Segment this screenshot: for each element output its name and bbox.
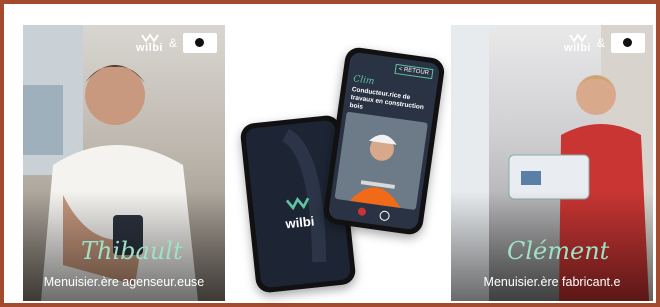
ampersand: & — [596, 35, 605, 50]
front-video[interactable] — [334, 111, 428, 211]
ampersand: & — [168, 35, 177, 50]
camera-icon[interactable] — [378, 210, 391, 222]
phone-front: < RETOUR Clim Conducteur.rice de travaux… — [322, 45, 446, 237]
video-card-thibault[interactable]: wilbi & Thibault Menuisier.ère agenseur.… — [23, 25, 225, 301]
logo-row: wilbi & — [136, 31, 217, 54]
wilbi-logo: wilbi — [564, 31, 591, 54]
wilbi-heart-icon — [285, 196, 310, 211]
role-label: Menuisier.ère agenseur.euse — [43, 275, 205, 289]
partner-logo — [183, 32, 217, 53]
role-label: Menuisier.ère fabricant.e — [483, 275, 621, 289]
front-script-name: Clim — [352, 74, 375, 88]
wilbi-logo: wilbi — [136, 31, 163, 54]
video-card-clement[interactable]: wilbi & Clément Menuisier.ère fabricant.… — [451, 25, 653, 301]
back-button[interactable]: < RETOUR — [394, 63, 434, 80]
script-name: Clément — [507, 237, 610, 265]
record-icon[interactable] — [357, 207, 367, 217]
logo-row: wilbi & — [564, 31, 645, 54]
partner-logo — [611, 32, 645, 53]
script-name: Thibault — [81, 237, 183, 265]
frame: wilbi & Thibault Menuisier.ère agenseur.… — [0, 0, 660, 307]
phone-front-screen: < RETOUR Clim Conducteur.rice de travaux… — [327, 51, 441, 231]
